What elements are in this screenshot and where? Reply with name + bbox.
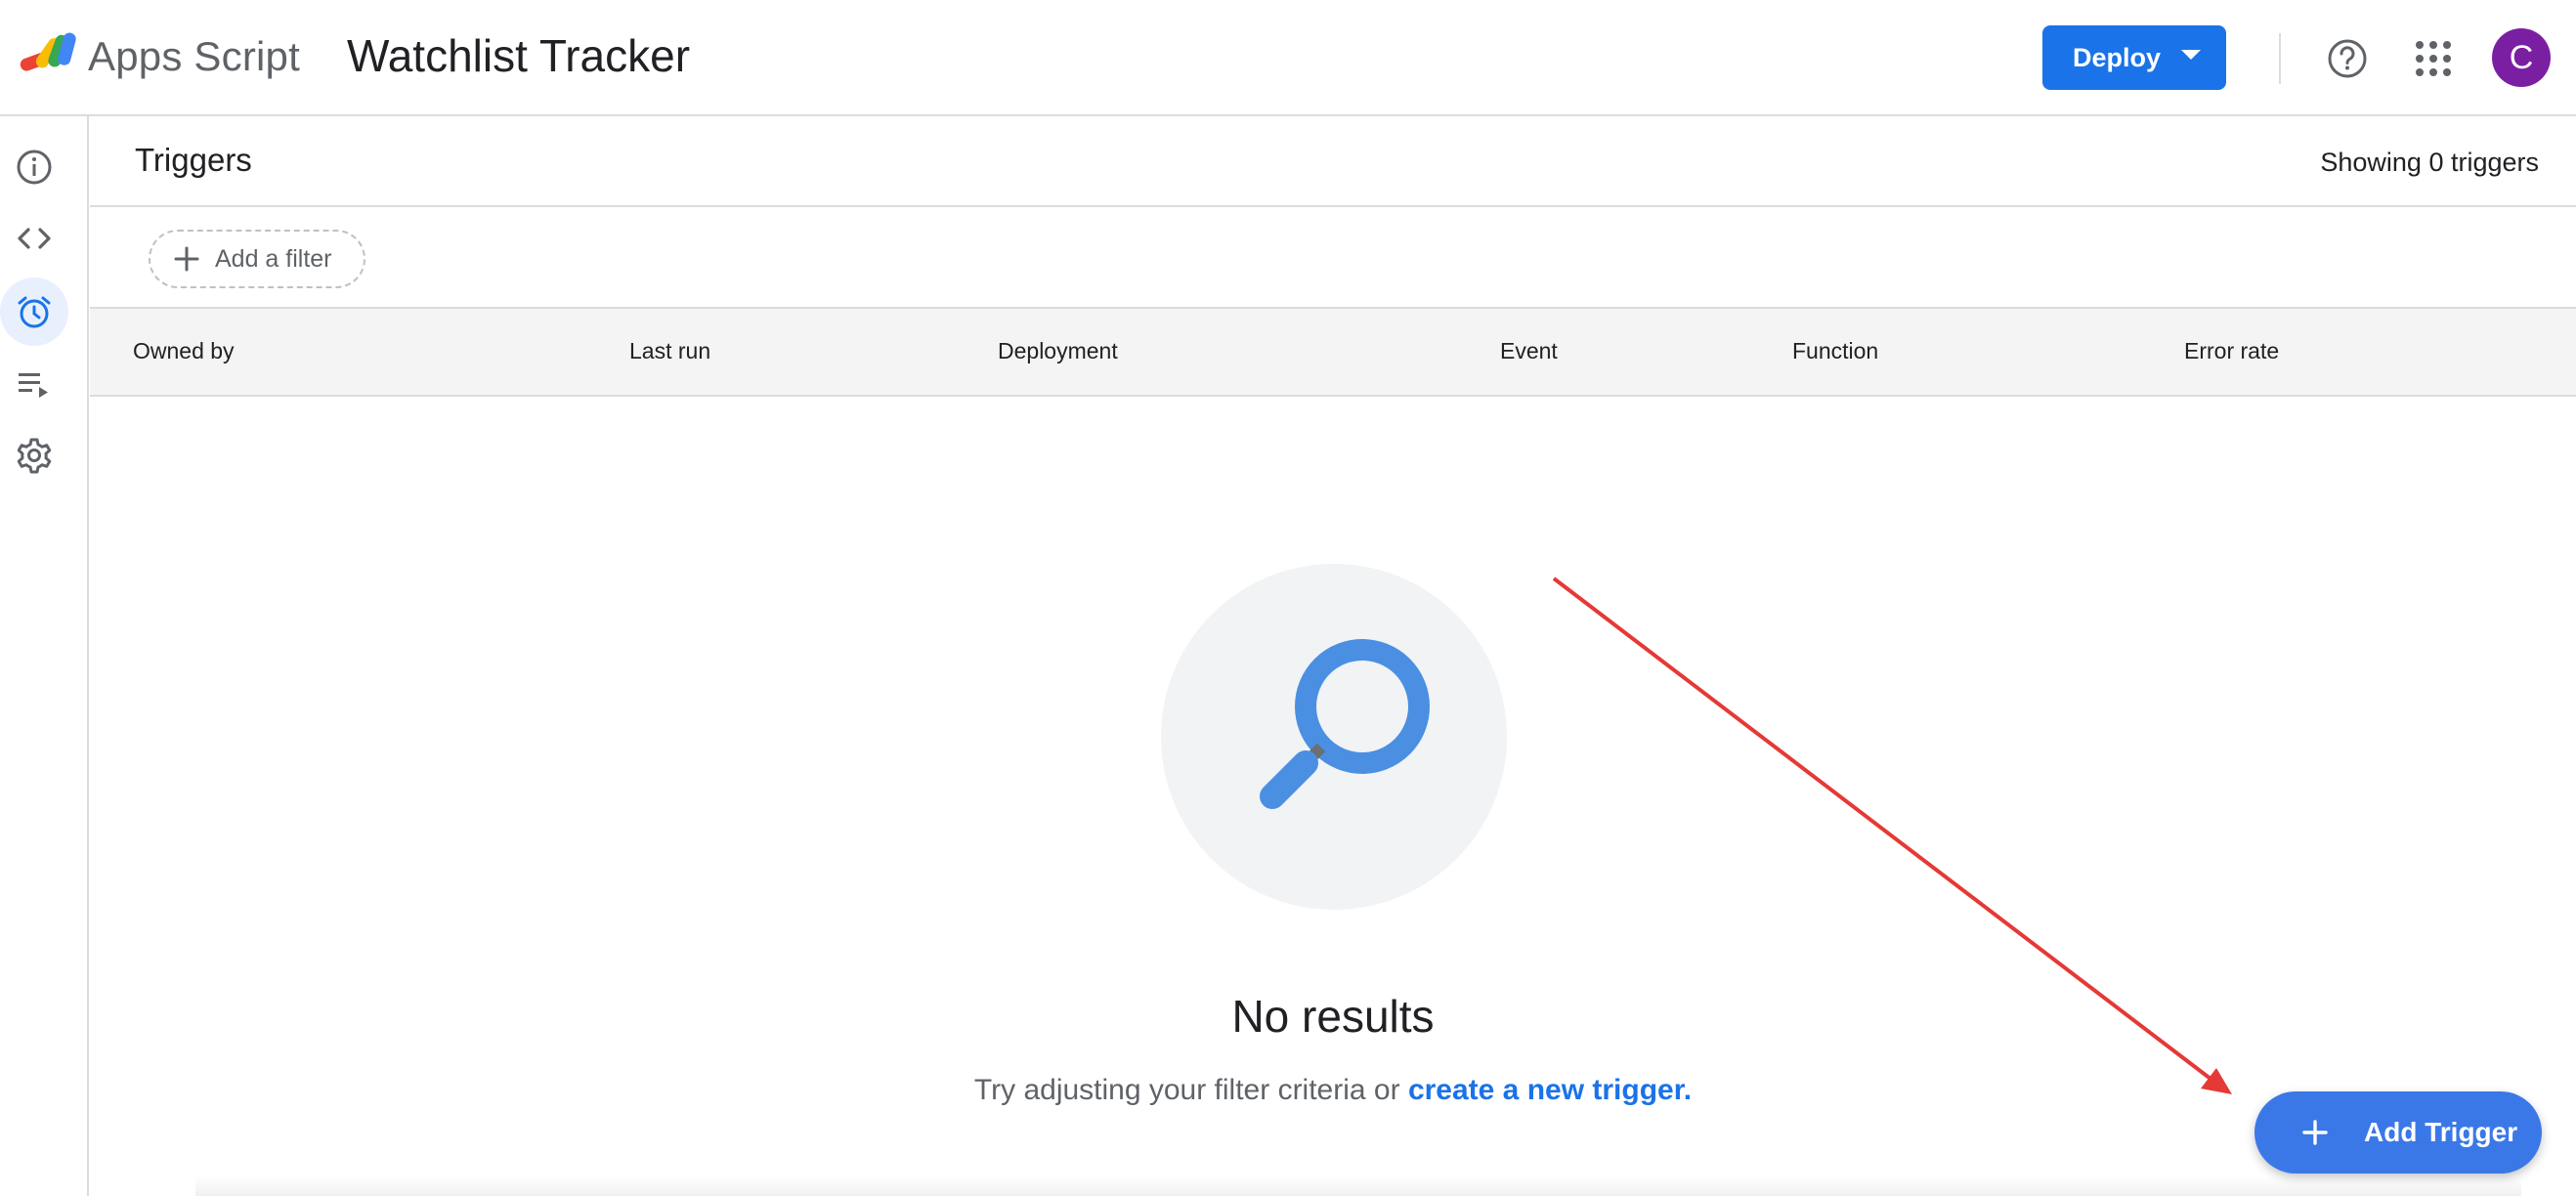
column-header-last-run[interactable]: Last run xyxy=(629,338,710,364)
google-apps-grid-icon[interactable] xyxy=(2414,39,2453,78)
deploy-button-label: Deploy xyxy=(2073,42,2162,72)
empty-state-hint: Try adjusting your filter criteria or xyxy=(973,1074,1408,1106)
nav-executions[interactable] xyxy=(0,350,68,418)
apps-script-logo-icon[interactable] xyxy=(18,29,80,80)
add-trigger-button[interactable]: Add Trigger xyxy=(2254,1091,2542,1174)
column-header-error-rate[interactable]: Error rate xyxy=(2184,338,2279,364)
avatar[interactable]: C xyxy=(2492,28,2551,87)
trigger-count: Showing 0 triggers xyxy=(2320,148,2539,177)
help-icon[interactable] xyxy=(2326,37,2369,80)
page-title: Triggers xyxy=(135,142,252,178)
empty-state-message: Try adjusting your filter criteria or cr… xyxy=(90,1074,2576,1107)
add-filter-label: Add a filter xyxy=(215,244,332,273)
info-icon xyxy=(17,150,52,185)
executions-icon xyxy=(19,373,48,398)
chevron-down-icon xyxy=(2181,50,2201,60)
gear-icon xyxy=(17,438,52,474)
alarm-clock-icon xyxy=(18,296,51,328)
nav-settings[interactable] xyxy=(0,421,68,490)
magnifying-glass-icon xyxy=(1260,639,1430,809)
column-header-deployment[interactable]: Deployment xyxy=(998,338,1118,364)
empty-state-title: No results xyxy=(1231,991,1435,1042)
nav-overview[interactable] xyxy=(0,133,68,201)
project-title[interactable]: Watchlist Tracker xyxy=(347,29,690,82)
add-filter-button[interactable]: Add a filter xyxy=(149,230,365,288)
add-trigger-label: Add Trigger xyxy=(2364,1117,2518,1147)
column-header-event[interactable]: Event xyxy=(1500,338,1558,364)
code-icon xyxy=(18,228,51,249)
product-name[interactable]: Apps Script xyxy=(88,33,300,80)
plus-icon xyxy=(174,246,199,272)
table-header: Owned by Last run Deployment Event Funct… xyxy=(90,307,2576,397)
side-nav-rail xyxy=(0,116,89,1196)
column-header-owned-by[interactable]: Owned by xyxy=(133,338,235,364)
empty-state-illustration xyxy=(1161,564,1507,910)
triggers-panel: Triggers Showing 0 triggers Add a filter… xyxy=(90,118,2576,1196)
column-header-function[interactable]: Function xyxy=(1792,338,1878,364)
deploy-button[interactable]: Deploy xyxy=(2042,25,2226,90)
top-app-bar: Apps Script Watchlist Tracker Deploy C xyxy=(0,0,2576,116)
section-header: Triggers Showing 0 triggers xyxy=(90,118,2576,207)
create-trigger-link[interactable]: create a new trigger. xyxy=(1408,1074,1692,1106)
nav-triggers[interactable] xyxy=(0,278,68,346)
nav-editor[interactable] xyxy=(0,204,68,273)
bottom-edge-shadow xyxy=(195,1176,2521,1196)
header-divider xyxy=(2279,33,2281,84)
plus-icon xyxy=(2302,1120,2328,1145)
